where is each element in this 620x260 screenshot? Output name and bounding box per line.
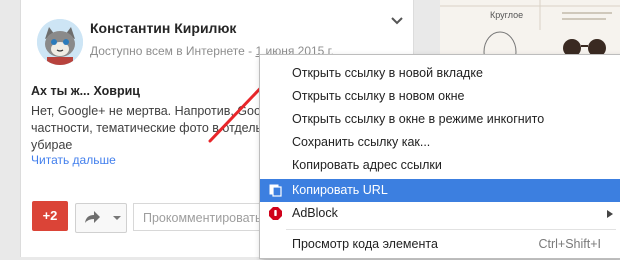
adblock-icon bbox=[269, 207, 282, 220]
menu-item-label: Открыть ссылку в окне в режиме инкогнито bbox=[292, 112, 545, 126]
menu-item-inspect-element[interactable]: Просмотр кода элемента Ctrl+Shift+I bbox=[260, 233, 620, 256]
menu-item-open-new-tab[interactable]: Открыть ссылку в новой вкладке bbox=[260, 62, 620, 85]
menu-item-label: AdBlock bbox=[292, 206, 338, 220]
context-menu: Открыть ссылку в новой вкладке Открыть с… bbox=[259, 54, 620, 259]
menu-item-copy-url[interactable]: Копировать URL bbox=[260, 179, 620, 202]
menu-item-label: Просмотр кода элемента bbox=[292, 237, 438, 251]
menu-item-open-new-window[interactable]: Открыть ссылку в новом окне bbox=[260, 85, 620, 108]
menu-divider bbox=[286, 229, 616, 230]
menu-item-shortcut: Ctrl+Shift+I bbox=[538, 237, 601, 251]
menu-item-adblock[interactable]: AdBlock bbox=[260, 202, 620, 225]
menu-item-copy-link-address[interactable]: Копировать адрес ссылки bbox=[260, 154, 620, 177]
menu-item-open-incognito[interactable]: Открыть ссылку в окне в режиме инкогнито bbox=[260, 108, 620, 131]
menu-item-label: Открыть ссылку в новой вкладке bbox=[292, 66, 483, 80]
submenu-arrow-icon bbox=[607, 210, 613, 218]
menu-item-label: Открыть ссылку в новом окне bbox=[292, 89, 465, 103]
copy-icon bbox=[269, 184, 282, 197]
menu-item-label: Копировать URL bbox=[292, 183, 388, 197]
menu-item-label: Сохранить ссылку как... bbox=[292, 135, 431, 149]
menu-item-label: Копировать адрес ссылки bbox=[292, 158, 442, 172]
menu-item-save-link-as[interactable]: Сохранить ссылку как... bbox=[260, 131, 620, 154]
